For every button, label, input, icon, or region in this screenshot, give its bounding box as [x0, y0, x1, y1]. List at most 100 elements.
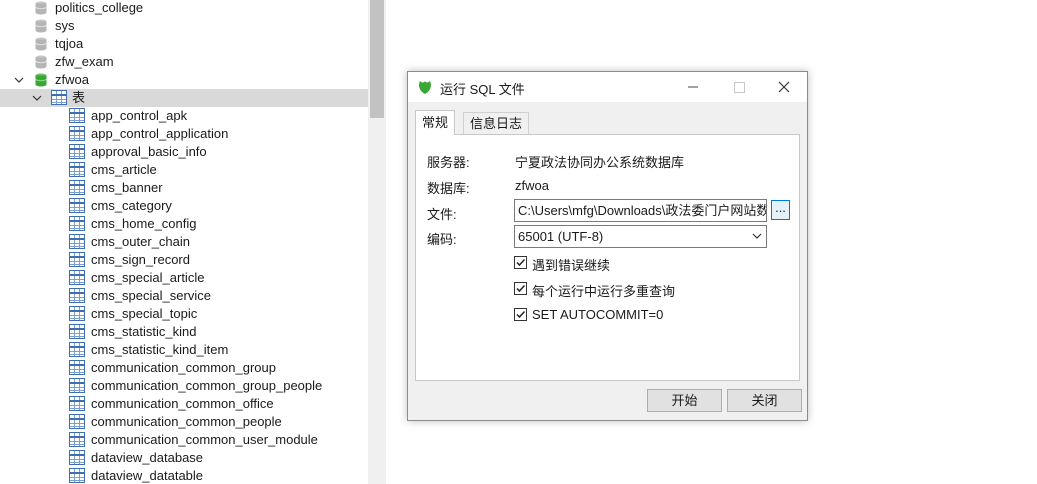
- maximize-button[interactable]: [716, 72, 762, 102]
- tree-item-table[interactable]: communication_common_people: [0, 413, 368, 431]
- table-label: cms_statistic_kind: [91, 324, 197, 339]
- table-icon: [69, 216, 85, 231]
- tree-scrollbar[interactable]: [368, 0, 386, 484]
- table-icon: [69, 324, 85, 339]
- tree-item-table[interactable]: cms_special_topic: [0, 305, 368, 323]
- database-label: politics_college: [55, 0, 144, 15]
- table-icon: [69, 108, 85, 123]
- server-label: 服务器:: [427, 155, 470, 170]
- table-label: cms_statistic_kind_item: [91, 342, 229, 357]
- tree-item-table[interactable]: cms_sign_record: [0, 251, 368, 269]
- table-label: cms_home_config: [91, 216, 197, 231]
- general-panel: 服务器: 宁夏政法协同办公系统数据库 数据库: zfwoa 文件: C:\Use…: [415, 134, 800, 381]
- chevron-down-icon[interactable]: [31, 89, 43, 107]
- tree-item-table[interactable]: cms_special_article: [0, 269, 368, 287]
- table-label: cms_article: [91, 162, 157, 177]
- tree-item-table[interactable]: communication_common_office: [0, 395, 368, 413]
- encoding-select[interactable]: 65001 (UTF-8): [514, 225, 767, 248]
- tree-item-table[interactable]: communication_common_group: [0, 359, 368, 377]
- tree-item-table[interactable]: app_control_application: [0, 125, 368, 143]
- table-label: communication_common_user_module: [91, 432, 318, 447]
- tree-item-table[interactable]: communication_common_user_module: [0, 431, 368, 449]
- database-icon: [35, 37, 47, 51]
- file-path-input[interactable]: C:\Users\mfg\Downloads\政法委门户网站数: [514, 199, 767, 222]
- table-icon: [69, 468, 85, 483]
- table-icon: [69, 270, 85, 285]
- minimize-button[interactable]: [670, 72, 716, 102]
- tree-item-table[interactable]: cms_outer_chain: [0, 233, 368, 251]
- checkbox-label: 遇到错误继续: [532, 258, 611, 273]
- table-icon: [69, 144, 85, 159]
- database-label: zfw_exam: [55, 54, 114, 69]
- table-icon: [69, 180, 85, 195]
- table-label: cms_special_topic: [91, 306, 198, 321]
- table-icon: [69, 252, 85, 267]
- tree-item-table[interactable]: cms_category: [0, 197, 368, 215]
- database-icon: [35, 1, 47, 15]
- table-label: cms_outer_chain: [91, 234, 190, 249]
- tree-item-table[interactable]: cms_statistic_kind: [0, 323, 368, 341]
- table-label: dataview_database: [91, 450, 204, 465]
- tree-item-database[interactable]: tqjoa: [0, 35, 368, 53]
- tree-item-table[interactable]: cms_article: [0, 161, 368, 179]
- database-value: zfwoa: [515, 178, 549, 193]
- table-label: app_control_apk: [91, 108, 188, 123]
- table-icon: [51, 90, 67, 105]
- start-button[interactable]: 开始: [647, 389, 722, 412]
- checkbox[interactable]: [514, 282, 527, 295]
- database-label: tqjoa: [55, 36, 84, 51]
- table-label: communication_common_people: [91, 414, 282, 429]
- encoding-label: 编码:: [427, 232, 457, 247]
- minimize-icon: [688, 86, 698, 88]
- tree-item-tables-node[interactable]: 表: [0, 89, 368, 107]
- object-tree[interactable]: politics_college sys tqjoa zfw_exam zfwo…: [0, 0, 368, 484]
- tree-item-database[interactable]: sys: [0, 17, 368, 35]
- table-icon: [69, 234, 85, 249]
- table-label: dataview_datatable: [91, 468, 204, 483]
- checkbox[interactable]: [514, 256, 527, 269]
- close-window-button[interactable]: [761, 72, 807, 102]
- table-icon: [69, 342, 85, 357]
- tab-general[interactable]: 常规: [415, 110, 456, 135]
- close-icon: [778, 81, 790, 93]
- tab-info-log[interactable]: 信息日志: [463, 112, 530, 134]
- maximize-icon: [734, 82, 745, 93]
- tree-item-database[interactable]: zfw_exam: [0, 53, 368, 71]
- tree-item-table[interactable]: cms_banner: [0, 179, 368, 197]
- scrollbar-thumb[interactable]: [370, 0, 384, 118]
- tree-item-table[interactable]: communication_common_group_people: [0, 377, 368, 395]
- checkmark-icon: [516, 258, 526, 267]
- tree-item-table[interactable]: cms_home_config: [0, 215, 368, 233]
- table-icon: [69, 126, 85, 141]
- table-icon: [69, 162, 85, 177]
- database-label: sys: [55, 18, 75, 33]
- dialog-title: 运行 SQL 文件: [440, 82, 525, 97]
- checkmark-icon: [516, 284, 526, 293]
- close-button[interactable]: 关闭: [727, 389, 802, 412]
- checkbox[interactable]: [514, 308, 527, 321]
- dialog-titlebar[interactable]: 运行 SQL 文件: [408, 72, 807, 102]
- tree-item-table[interactable]: cms_special_service: [0, 287, 368, 305]
- database-label: zfwoa: [55, 72, 89, 87]
- table-label: cms_category: [91, 198, 172, 213]
- tree-item-table[interactable]: approval_basic_info: [0, 143, 368, 161]
- tree-item-database-open[interactable]: zfwoa: [0, 71, 368, 89]
- table-icon: [69, 360, 85, 375]
- checkbox-label: 每个运行中运行多重查询: [532, 284, 676, 299]
- checkbox-label: SET AUTOCOMMIT=0: [532, 307, 664, 322]
- navicat-leaf-icon: [419, 81, 431, 94]
- tree-item-table[interactable]: dataview_database: [0, 449, 368, 467]
- tree-item-table[interactable]: cms_statistic_kind_item: [0, 341, 368, 359]
- checkmark-icon: [516, 310, 526, 319]
- table-label: app_control_application: [91, 126, 229, 141]
- chevron-down-icon[interactable]: [13, 71, 25, 89]
- table-icon: [69, 450, 85, 465]
- table-icon: [69, 288, 85, 303]
- database-label: 数据库:: [427, 181, 470, 196]
- tree-item-table[interactable]: app_control_apk: [0, 107, 368, 125]
- browse-file-button[interactable]: ...: [771, 200, 790, 220]
- tree-item-table[interactable]: dataview_datatable: [0, 467, 368, 484]
- tree-item-database[interactable]: politics_college: [0, 0, 368, 17]
- table-label: communication_common_office: [91, 396, 274, 411]
- table-icon: [69, 396, 85, 411]
